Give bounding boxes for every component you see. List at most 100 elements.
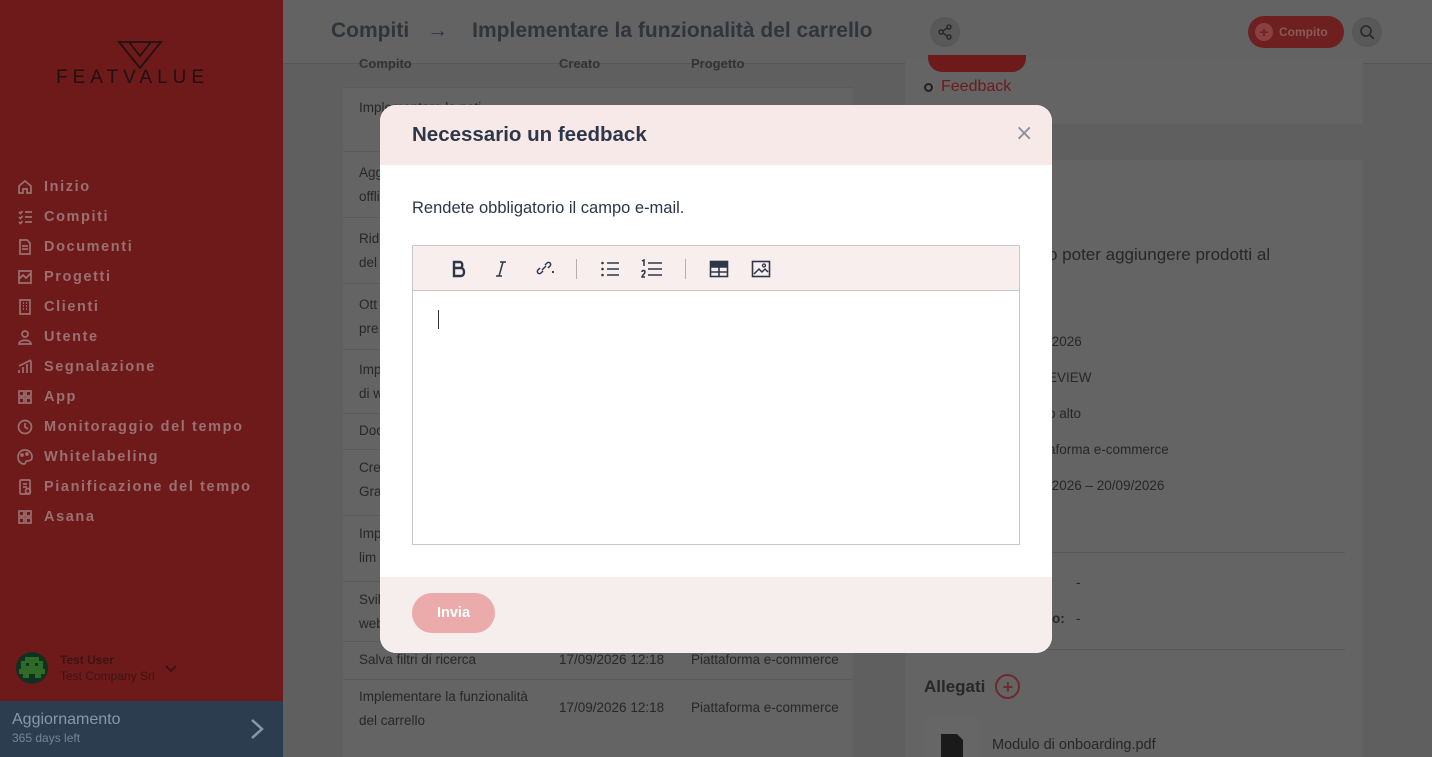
sidebar-item-label: Segnalazione: [44, 359, 156, 375]
sidebar-item-monitoraggio[interactable]: Monitoraggio del tempo: [16, 412, 252, 442]
document-icon: [16, 238, 34, 256]
asana-icon: [16, 508, 34, 526]
task-description: o poter aggiungere prodotti al: [1048, 245, 1271, 264]
breadcrumb-root[interactable]: Compiti: [331, 19, 409, 43]
editor-toolbar: [413, 246, 1019, 291]
sidebar-nav: Inizio Compiti Documenti Progetti Client…: [16, 172, 252, 532]
attachment-name[interactable]: Modulo di onboarding.pdf: [992, 737, 1156, 753]
row-created: 17/09/2026 12:18: [559, 700, 665, 715]
bold-icon[interactable]: [447, 257, 471, 281]
sidebar-item-utente[interactable]: Utente: [16, 322, 252, 352]
time-planning-icon: [16, 478, 34, 496]
column-header-task[interactable]: Compito: [359, 56, 559, 71]
detail-label: o:: [1052, 611, 1065, 626]
detail-status: EVIEW: [1048, 370, 1092, 385]
column-header-project[interactable]: Progetto: [691, 56, 744, 71]
user-name: Test User: [60, 653, 114, 667]
divider: [1050, 552, 1345, 553]
new-task-label: Compito: [1279, 25, 1328, 39]
file-thumbnail[interactable]: [924, 717, 980, 757]
home-icon: [16, 178, 34, 196]
sidebar-item-label: Clienti: [44, 299, 100, 315]
search-button[interactable]: [1352, 17, 1382, 47]
logo[interactable]: FEATVALUE: [56, 40, 226, 90]
file-icon: [941, 734, 963, 757]
feedback-link[interactable]: Feedback: [924, 78, 1011, 96]
rich-text-editor: [412, 245, 1020, 545]
user-icon: [16, 328, 34, 346]
table-row[interactable]: Implementare la funzionalità del carrell…: [343, 679, 853, 741]
clients-icon: [16, 298, 34, 316]
modal-footer: Invia: [380, 577, 1052, 653]
sidebar-item-label: Compiti: [44, 209, 110, 225]
detail-date: /2026: [1048, 334, 1082, 349]
sidebar-item-app[interactable]: App: [16, 382, 252, 412]
sidebar-item-compiti[interactable]: Compiti: [16, 202, 252, 232]
sidebar-item-progetti[interactable]: Progetti: [16, 262, 252, 292]
sidebar-item-label: App: [44, 389, 77, 405]
user-menu[interactable]: Test User Test Company Srl: [16, 652, 177, 684]
submit-button[interactable]: Invia: [412, 593, 495, 633]
detail-project: aforma e-commerce: [1048, 442, 1169, 457]
sidebar-item-label: Progetti: [44, 269, 112, 285]
sidebar-item-label: Inizio: [44, 179, 91, 195]
detail-period: /2026 – 20/09/2026: [1048, 478, 1165, 493]
modal-header: Necessario un feedback ×: [380, 105, 1052, 165]
share-icon: [938, 24, 952, 40]
sidebar-item-pianificazione[interactable]: Pianificazione del tempo: [16, 472, 252, 502]
upgrade-banner[interactable]: Aggiornamento 365 days left: [0, 701, 283, 757]
toolbar-separator: [685, 259, 686, 279]
sidebar-item-label: Pianificazione del tempo: [44, 479, 252, 495]
apps-icon: [16, 388, 34, 406]
modal-title: Necessario un feedback: [412, 123, 647, 146]
link-icon[interactable]: [532, 257, 556, 281]
new-task-button[interactable]: + Compito: [1248, 16, 1344, 48]
status-pill[interactable]: [928, 55, 1026, 72]
feedback-link-label: Feedback: [941, 78, 1012, 95]
chevron-right-icon: [250, 718, 264, 744]
sidebar-item-whitelabeling[interactable]: Whitelabeling: [16, 442, 252, 472]
toolbar-separator: [576, 259, 577, 279]
bullet-list-icon[interactable]: [598, 257, 622, 281]
sidebar-item-inizio[interactable]: Inizio: [16, 172, 252, 202]
search-icon: [1360, 25, 1375, 40]
sidebar-item-segnalazione[interactable]: Segnalazione: [16, 352, 252, 382]
whitelabel-icon: [16, 448, 34, 466]
sidebar-item-label: Utente: [44, 329, 99, 345]
sidebar-item-documenti[interactable]: Documenti: [16, 232, 252, 262]
chevron-down-icon[interactable]: [164, 658, 177, 677]
image-icon[interactable]: [749, 257, 773, 281]
sidebar: FEATVALUE Inizio Compiti Documenti Proge…: [0, 0, 283, 757]
attachments-title: Allegati: [924, 676, 986, 696]
feedback-modal: Necessario un feedback × Rendete obbliga…: [380, 105, 1052, 653]
modal-description: Rendete obbligatorio il campo e-mail.: [412, 199, 685, 217]
tasks-icon: [16, 208, 34, 226]
sidebar-item-label: Documenti: [44, 239, 134, 255]
table-icon[interactable]: [707, 257, 731, 281]
logo-mark-icon: [117, 41, 163, 70]
sidebar-item-label: Whitelabeling: [44, 449, 160, 465]
add-attachment-button[interactable]: +: [995, 674, 1021, 699]
table-header: Compito Creato Progetto: [359, 56, 853, 71]
sidebar-item-clienti[interactable]: Clienti: [16, 292, 252, 322]
detail-priority: o alto: [1048, 406, 1082, 421]
share-button[interactable]: [930, 17, 960, 47]
sidebar-item-asana[interactable]: Asana: [16, 502, 252, 532]
page-title: Implementare la funzionalità del carrell…: [472, 19, 873, 42]
user-company: Test Company Srl: [60, 669, 155, 683]
report-icon: [16, 358, 34, 376]
projects-icon: [16, 268, 34, 286]
attachments-header: Allegati +: [924, 674, 1021, 699]
sidebar-item-label: Monitoraggio del tempo: [44, 419, 244, 435]
editor-content-area[interactable]: [413, 291, 1019, 544]
breadcrumb: Compiti → Implementare la funzionalità d…: [331, 19, 872, 43]
detail-value: -: [1076, 575, 1081, 590]
plus-icon: +: [1255, 23, 1273, 41]
italic-icon[interactable]: [489, 257, 513, 281]
logo-text: FEATVALUE: [56, 67, 210, 88]
close-icon[interactable]: ×: [1015, 121, 1033, 146]
upgrade-title: Aggiornamento: [12, 711, 121, 728]
numbered-list-icon[interactable]: [640, 257, 664, 281]
row-task: Implementare la funzionalità del carrell…: [359, 689, 528, 728]
column-header-created[interactable]: Creato: [559, 56, 691, 71]
